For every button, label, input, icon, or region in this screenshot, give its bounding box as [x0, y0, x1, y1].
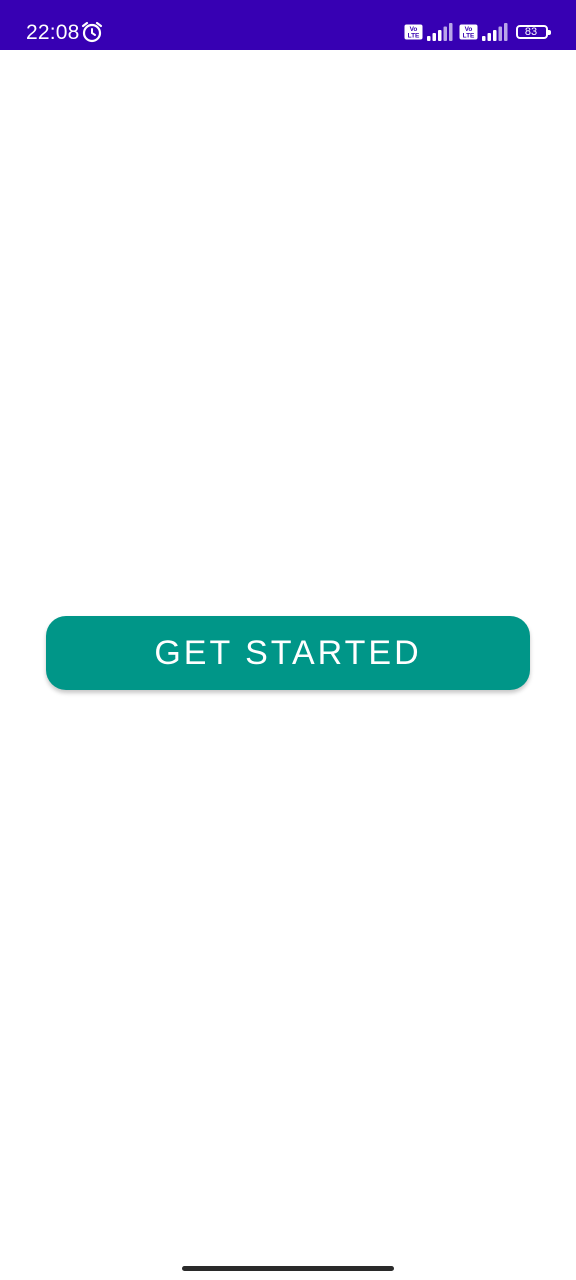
battery-level: 83: [524, 26, 538, 38]
battery-icon: 83: [516, 25, 551, 39]
gesture-handle[interactable]: [182, 1266, 394, 1271]
status-time: 22:08: [26, 21, 80, 44]
svg-text:LTE: LTE: [408, 33, 420, 40]
status-bar: 22:08 Vo LTE Vo LTE 83: [0, 0, 576, 50]
volte-icon: Vo LTE: [459, 24, 478, 40]
get-started-button[interactable]: GET STARTED: [46, 616, 530, 690]
signal-icon: [427, 23, 453, 41]
alarm-icon: [81, 21, 103, 43]
volte-icon: Vo LTE: [404, 24, 423, 40]
svg-text:LTE: LTE: [463, 33, 475, 40]
status-icons: Vo LTE Vo LTE 83: [404, 22, 551, 42]
signal-icon: [482, 23, 508, 41]
